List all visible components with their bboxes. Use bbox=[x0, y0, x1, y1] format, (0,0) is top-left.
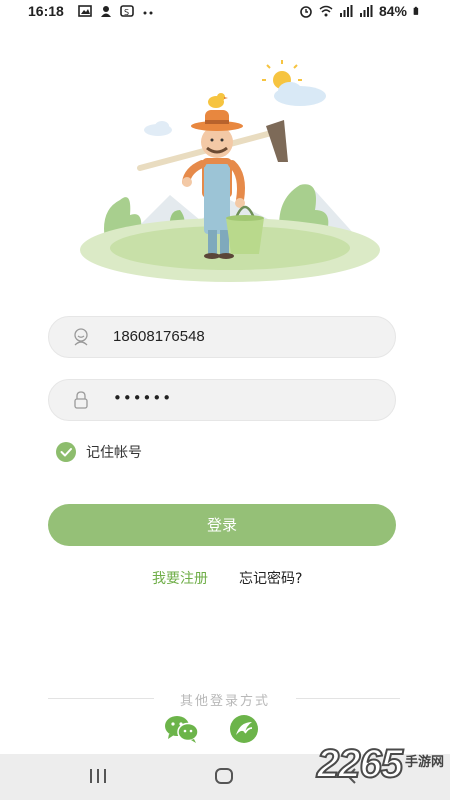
login-screen: 16:18 S 84% 18608176548 •••••• 记住帐号 登录 我… bbox=[0, 0, 450, 800]
more-dots-icon bbox=[143, 11, 153, 15]
message-icon: S bbox=[120, 5, 134, 17]
recent-apps-icon[interactable] bbox=[88, 766, 108, 786]
other-login-divider: 其他登录方式 bbox=[0, 690, 450, 709]
status-time: 16:18 bbox=[28, 3, 64, 19]
status-bar: 16:18 S 84% bbox=[0, 0, 450, 24]
wifi-icon bbox=[319, 5, 333, 17]
alarm-icon bbox=[300, 6, 312, 18]
battery-icon bbox=[413, 6, 419, 15]
checked-circle-icon[interactable] bbox=[56, 442, 76, 462]
login-button[interactable]: 登录 bbox=[48, 504, 396, 546]
lock-icon bbox=[74, 391, 88, 409]
system-icons: 84% bbox=[299, 3, 422, 19]
password-input[interactable]: •••••• bbox=[48, 379, 396, 421]
farmer-illustration bbox=[80, 60, 380, 282]
phone-value: 18608176548 bbox=[113, 328, 205, 345]
watermark-text: 手游网 bbox=[404, 755, 444, 770]
signal-icon bbox=[339, 5, 353, 17]
svg-text:S: S bbox=[124, 8, 129, 17]
phone-input[interactable]: 18608176548 bbox=[48, 316, 396, 358]
signal-icon-2 bbox=[359, 5, 373, 17]
remember-account-toggle[interactable]: 记住帐号 bbox=[56, 442, 142, 462]
site-watermark: 2265 手游网 bbox=[316, 741, 444, 787]
app-notification-icon bbox=[101, 6, 111, 17]
gallery-icon bbox=[78, 5, 92, 17]
notification-icons: S bbox=[78, 4, 155, 18]
other-login-label: 其他登录方式 bbox=[179, 694, 270, 709]
remember-label: 记住帐号 bbox=[86, 445, 142, 461]
home-icon[interactable] bbox=[214, 766, 234, 786]
register-link[interactable]: 我要注册 bbox=[152, 568, 208, 588]
battery-percent: 84% bbox=[378, 3, 407, 19]
wechat-icon[interactable] bbox=[164, 714, 200, 744]
user-icon bbox=[74, 328, 88, 346]
forgot-password-link[interactable]: 忘记密码? bbox=[239, 568, 302, 588]
divider-line-right bbox=[296, 698, 400, 699]
alt-login-icon[interactable] bbox=[228, 714, 260, 744]
watermark-number: 2265 bbox=[316, 741, 404, 787]
password-value: •••••• bbox=[113, 389, 173, 407]
